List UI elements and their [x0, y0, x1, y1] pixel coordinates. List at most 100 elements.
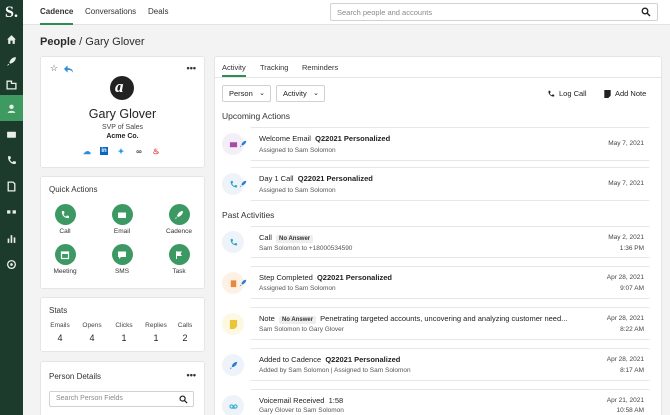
item-subtitle: Assigned to Sam Solomon	[259, 285, 336, 292]
past-activity-item[interactable]: Note No Answer Penetrating targeted acco…	[222, 307, 650, 340]
global-search[interactable]: Search people and accounts	[330, 3, 658, 21]
quick-action-sms[interactable]: SMS	[102, 244, 142, 275]
item-title-text: Call	[259, 233, 272, 242]
person-filter-dropdown[interactable]: Person ⌄	[222, 85, 271, 102]
quote-icon[interactable]	[0, 199, 23, 225]
past-activity-item[interactable]: Call No Answer Sam Solomon to +180005345…	[222, 226, 650, 258]
link-icon[interactable]: ∞	[133, 146, 145, 156]
rocket-icon	[175, 210, 183, 219]
item-title: Welcome Email Q22021 Personalized	[259, 134, 390, 143]
chevron-down-icon: ⌄	[259, 90, 265, 97]
item-title-text: Added to Cadence	[259, 355, 322, 364]
phone-icon	[61, 210, 69, 218]
person-fields-placeholder: Search Person Fields	[56, 395, 123, 402]
past-activity-item[interactable]: Added to Cadence Q22021 Personalized Add…	[222, 348, 650, 381]
stats-title: Stats	[49, 306, 68, 315]
person-icon[interactable]	[0, 95, 23, 121]
rocket-icon	[239, 140, 247, 148]
item-cadence-name[interactable]: Q22021 Personalized	[317, 273, 392, 282]
item-date: May 2, 2021	[608, 234, 644, 241]
flag-icon	[176, 250, 182, 259]
item-title-text: Note	[259, 314, 275, 323]
stat-label: Calls	[177, 322, 193, 329]
item-time: 10:58 AM	[616, 407, 644, 414]
crm-icon[interactable]: ♨	[150, 146, 162, 156]
building-icon[interactable]	[0, 71, 23, 97]
stat-label: Clicks	[115, 322, 133, 329]
phone-icon[interactable]	[0, 147, 23, 173]
tab-reminders[interactable]: Reminders	[302, 63, 338, 77]
quick-action-cadence[interactable]: Cadence	[159, 204, 199, 235]
tab-cadence[interactable]: Cadence	[40, 0, 74, 25]
quick-action-meeting[interactable]: Meeting	[45, 244, 85, 275]
breadcrumb-root[interactable]: People	[40, 36, 76, 48]
tab-conversations[interactable]: Conversations	[85, 0, 136, 25]
document-icon[interactable]	[0, 173, 23, 199]
tab-deals[interactable]: Deals	[148, 0, 168, 25]
upcoming-item[interactable]: Day 1 Call Q22021 Personalized Assigned …	[222, 167, 650, 201]
search-icon[interactable]	[179, 395, 188, 404]
person-company[interactable]: Acme Co.	[41, 133, 204, 140]
target-icon[interactable]	[0, 251, 23, 277]
person-fields-search[interactable]: Search Person Fields	[49, 391, 194, 407]
mail-icon[interactable]	[0, 121, 23, 147]
stat-value: 4	[89, 333, 95, 343]
status-badge: No Answer	[278, 316, 317, 324]
linkedin-icon[interactable]: in	[98, 146, 110, 156]
dropdown-label: Activity	[283, 89, 307, 98]
item-cadence-name[interactable]: Q22021 Personalized	[298, 174, 373, 183]
breadcrumb-separator: /	[79, 36, 83, 48]
salesforce-icon[interactable]: ☁	[81, 146, 93, 156]
add-note-button[interactable]: Add Note	[604, 89, 646, 98]
top-bar: Cadence Conversations Deals Search peopl…	[23, 0, 670, 25]
stat-clicks: Clicks 1	[108, 322, 140, 343]
status-badge: No Answer	[276, 235, 314, 243]
chat-icon	[118, 251, 126, 259]
twitter-icon[interactable]: ✦	[115, 146, 127, 156]
item-time: 1:36 PM	[619, 245, 644, 252]
item-date: Apr 21, 2021	[606, 397, 644, 404]
past-activity-item[interactable]: Voicemail Received 1:58 Gary Glover to S…	[222, 389, 650, 415]
item-cadence-name[interactable]: Q22021 Personalized	[325, 355, 400, 364]
quick-action-task[interactable]: Task	[159, 244, 199, 275]
more-icon[interactable]: •••	[187, 63, 196, 73]
tab-activity[interactable]: Activity	[222, 63, 246, 77]
quick-actions-title: Quick Actions	[49, 185, 98, 194]
quick-action-label: Cadence	[165, 228, 193, 235]
stat-label: Opens	[82, 322, 102, 329]
more-icon[interactable]: •••	[187, 370, 196, 380]
log-call-button[interactable]: Log Call	[547, 89, 587, 98]
stat-value: 1	[153, 333, 159, 343]
stat-replies: Replies 1	[140, 322, 172, 343]
quick-action-label: SMS	[114, 268, 130, 275]
item-title-text: Welcome Email	[259, 134, 311, 143]
activity-filter-dropdown[interactable]: Activity ⌄	[276, 85, 325, 102]
item-cadence-name[interactable]: Q22021 Personalized	[315, 134, 390, 143]
avatar: a	[110, 76, 134, 100]
upcoming-item[interactable]: Welcome Email Q22021 Personalized Assign…	[222, 127, 650, 161]
rocket-icon	[239, 180, 247, 188]
app-logo[interactable]: S.	[0, 4, 23, 26]
quick-action-label: Meeting	[53, 268, 77, 275]
stat-emails: Emails 4	[44, 322, 76, 343]
reply-icon[interactable]	[64, 65, 73, 73]
item-date: Apr 28, 2021	[606, 356, 644, 363]
quick-action-email[interactable]: Email	[102, 204, 142, 235]
star-icon[interactable]: ☆	[50, 63, 58, 74]
voicemail-icon	[222, 395, 244, 415]
tab-tracking[interactable]: Tracking	[260, 63, 288, 77]
quick-action-call[interactable]: Call	[45, 204, 85, 235]
upcoming-actions-title: Upcoming Actions	[222, 111, 291, 121]
stat-label: Replies	[145, 322, 167, 329]
breadcrumb: People / Gary Glover	[40, 36, 145, 48]
item-subtitle: Sam Solomon to Gary Glover	[259, 326, 344, 333]
add-note-label: Add Note	[615, 89, 647, 98]
past-activity-item[interactable]: Step Completed Q22021 Personalized Assig…	[222, 266, 650, 299]
note-preview: Penetrating targeted accounts, uncoverin…	[320, 314, 568, 323]
item-subtitle: Sam Solomon to +18000534590	[259, 245, 353, 252]
search-placeholder: Search people and accounts	[337, 8, 433, 17]
item-subtitle: Assigned to Sam Solomon	[259, 187, 336, 194]
chart-icon[interactable]	[0, 225, 23, 251]
search-icon[interactable]	[641, 7, 651, 17]
stat-opens: Opens 4	[76, 322, 108, 343]
